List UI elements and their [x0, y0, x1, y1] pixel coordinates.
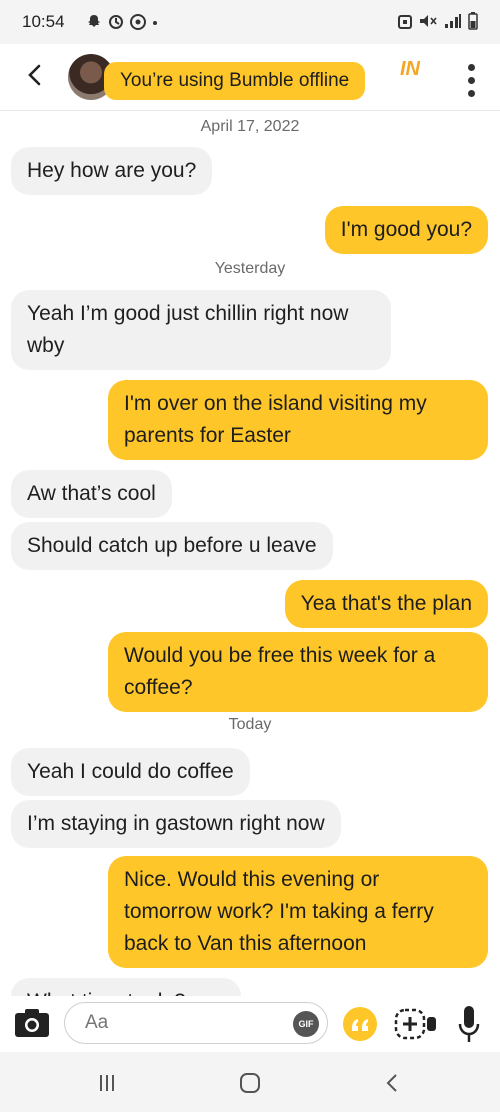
- camera-icon[interactable]: [14, 1008, 50, 1038]
- recent-apps-icon[interactable]: [94, 1070, 120, 1096]
- incoming-message: What time to do?: [11, 978, 241, 996]
- incoming-message: Yeah I’m good just chillin right now wby: [11, 290, 391, 370]
- incoming-message-partial: What time to do?: [11, 976, 241, 996]
- date-separator: April 17, 2022: [200, 118, 300, 135]
- mute-icon: [420, 15, 437, 27]
- incoming-message: Should catch up before u leave: [11, 522, 333, 570]
- dot-icon: [153, 21, 157, 25]
- back-arrow-icon[interactable]: [22, 62, 48, 88]
- alarm-icon: [398, 15, 412, 29]
- opening-moves-icon[interactable]: [342, 1006, 378, 1042]
- offline-banner: You’re using Bumble offline: [104, 62, 366, 100]
- message-composer: GIF: [0, 996, 500, 1052]
- chrome-icon: [130, 14, 146, 30]
- sticker-icon[interactable]: [394, 1006, 440, 1042]
- snapchat-icon: [88, 15, 100, 27]
- outgoing-message: I'm good you?: [324, 206, 488, 254]
- back-nav-icon[interactable]: [380, 1070, 406, 1096]
- signal-icon: [445, 14, 461, 28]
- system-icons: [398, 12, 478, 30]
- sync-icon: [109, 15, 123, 29]
- home-icon[interactable]: [237, 1070, 263, 1096]
- incoming-message: Hey how are you?: [11, 147, 213, 195]
- date-separator: Today: [228, 716, 272, 733]
- system-navigation-bar: [0, 1052, 500, 1112]
- message-input-box[interactable]: GIF: [64, 1002, 328, 1044]
- notification-icons: [86, 14, 158, 30]
- more-options-icon[interactable]: [468, 64, 476, 97]
- microphone-icon[interactable]: [456, 1004, 482, 1044]
- incoming-message: Yeah I could do coffee: [11, 748, 250, 796]
- gif-button[interactable]: GIF: [293, 1011, 319, 1037]
- outgoing-message: Would you be free this week for a coffee…: [108, 632, 488, 712]
- status-time: 10:54: [22, 12, 65, 31]
- outgoing-message: I'm over on the island visiting my paren…: [108, 380, 488, 460]
- date-separator: Yesterday: [214, 260, 286, 277]
- chat-header: You’re using Bumble offline IN: [0, 44, 500, 111]
- in-badge: IN: [400, 58, 420, 80]
- message-input[interactable]: [83, 1011, 267, 1035]
- incoming-message: I’m staying in gastown right now: [11, 800, 341, 848]
- battery-icon: [468, 12, 478, 30]
- outgoing-message: Yea that's the plan: [284, 580, 488, 628]
- status-bar: 10:54: [0, 0, 500, 44]
- outgoing-message: Nice. Would this evening or tomorrow wor…: [108, 856, 488, 968]
- incoming-message: Aw that’s cool: [11, 470, 172, 518]
